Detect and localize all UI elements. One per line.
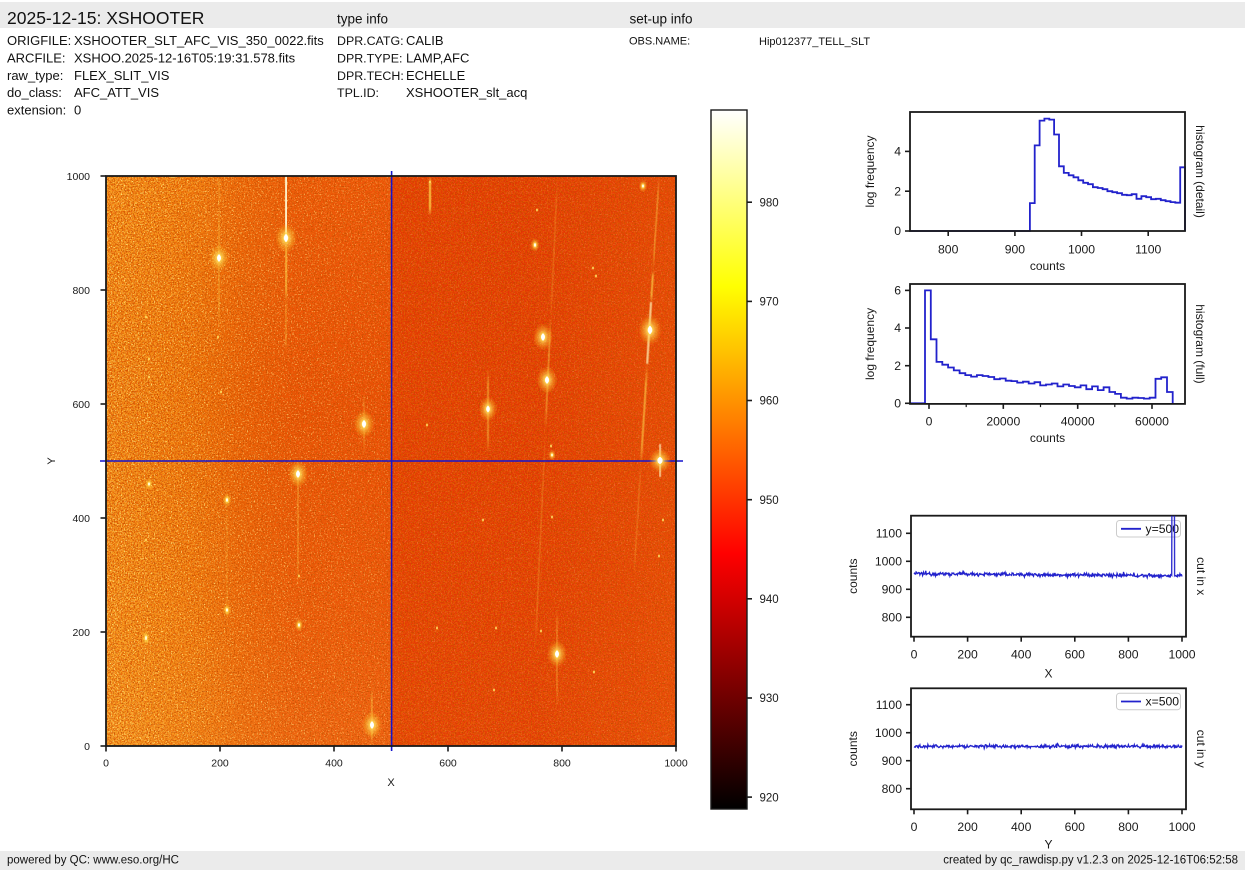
- svg-text:200: 200: [957, 648, 978, 662]
- svg-text:powered by QC: www.eso.org/HC: powered by QC: www.eso.org/HC: [7, 855, 179, 867]
- svg-text:FLEX_SLIT_VIS: FLEX_SLIT_VIS: [74, 68, 170, 83]
- svg-text:2025-12-15: XSHOOTER: 2025-12-15: XSHOOTER: [7, 8, 204, 28]
- svg-text:1100: 1100: [876, 527, 902, 541]
- svg-text:2: 2: [894, 184, 901, 198]
- svg-text:800: 800: [1118, 820, 1139, 834]
- svg-text:200: 200: [211, 758, 229, 770]
- svg-text:940: 940: [760, 594, 779, 606]
- svg-text:1100: 1100: [1135, 243, 1161, 257]
- svg-text:Hip012377_TELL_SLT: Hip012377_TELL_SLT: [759, 36, 870, 48]
- svg-text:970: 970: [760, 297, 779, 309]
- svg-text:X: X: [1044, 667, 1052, 681]
- svg-text:0: 0: [894, 397, 901, 411]
- svg-text:type info: type info: [337, 12, 388, 27]
- svg-text:0: 0: [894, 224, 901, 238]
- svg-text:200: 200: [72, 627, 90, 639]
- svg-text:0: 0: [926, 415, 933, 429]
- svg-text:histogram (detail): histogram (detail): [1193, 125, 1207, 218]
- svg-text:900: 900: [882, 583, 903, 597]
- svg-text:TPL.ID:: TPL.ID:: [337, 86, 379, 100]
- svg-text:400: 400: [1011, 648, 1032, 662]
- svg-text:counts: counts: [846, 731, 860, 766]
- svg-text:cut in y: cut in y: [1194, 730, 1208, 768]
- svg-text:0: 0: [911, 820, 918, 834]
- svg-text:Y: Y: [46, 457, 58, 465]
- svg-text:cut in x: cut in x: [1194, 557, 1208, 595]
- svg-text:800: 800: [882, 611, 903, 625]
- svg-text:6: 6: [894, 284, 901, 298]
- svg-text:930: 930: [760, 693, 779, 705]
- svg-text:x=500: x=500: [1146, 695, 1180, 709]
- svg-text:2: 2: [894, 359, 901, 373]
- svg-text:60000: 60000: [1135, 415, 1169, 429]
- svg-text:CALIB: CALIB: [406, 33, 444, 48]
- svg-text:980: 980: [760, 197, 779, 209]
- svg-text:400: 400: [72, 513, 90, 525]
- svg-text:800: 800: [882, 782, 903, 796]
- svg-text:1000: 1000: [875, 726, 902, 740]
- svg-text:600: 600: [1065, 820, 1086, 834]
- svg-text:XSHOO.2025-12-16T05:19:31.578.: XSHOO.2025-12-16T05:19:31.578.fits: [74, 50, 296, 65]
- svg-text:400: 400: [1011, 820, 1032, 834]
- svg-text:1000: 1000: [875, 555, 902, 569]
- svg-text:XSHOOTER_slt_acq: XSHOOTER_slt_acq: [406, 85, 527, 100]
- svg-text:DPR.TECH:: DPR.TECH:: [337, 69, 404, 83]
- svg-text:LAMP,AFC: LAMP,AFC: [406, 50, 469, 65]
- svg-text:1000: 1000: [1168, 820, 1195, 834]
- svg-text:400: 400: [325, 758, 343, 770]
- svg-text:800: 800: [553, 758, 571, 770]
- svg-text:4: 4: [894, 145, 901, 159]
- svg-text:ORIGFILE:: ORIGFILE:: [7, 33, 71, 48]
- svg-text:extension:: extension:: [7, 103, 66, 118]
- svg-text:1100: 1100: [876, 698, 902, 712]
- svg-text:0: 0: [74, 103, 81, 118]
- svg-text:XSHOOTER_SLT_AFC_VIS_350_0022.: XSHOOTER_SLT_AFC_VIS_350_0022.fits: [74, 33, 324, 48]
- svg-text:1000: 1000: [664, 758, 688, 770]
- svg-text:1000: 1000: [1068, 243, 1095, 257]
- svg-text:1000: 1000: [67, 171, 91, 183]
- svg-text:800: 800: [938, 243, 959, 257]
- svg-text:log frequency: log frequency: [863, 135, 877, 207]
- svg-text:800: 800: [1118, 648, 1139, 662]
- svg-text:600: 600: [72, 399, 90, 411]
- svg-text:counts: counts: [1030, 431, 1065, 445]
- svg-text:do_class:: do_class:: [7, 85, 62, 100]
- svg-text:log frequency: log frequency: [863, 308, 877, 380]
- svg-text:ECHELLE: ECHELLE: [406, 68, 466, 83]
- svg-text:600: 600: [1065, 648, 1086, 662]
- svg-text:X: X: [387, 777, 395, 789]
- svg-text:800: 800: [72, 285, 90, 297]
- svg-text:0: 0: [103, 758, 109, 770]
- svg-text:OBS.NAME:: OBS.NAME:: [629, 36, 690, 48]
- svg-text:0: 0: [84, 741, 90, 753]
- svg-text:960: 960: [760, 396, 779, 408]
- svg-text:AFC_ATT_VIS: AFC_ATT_VIS: [74, 85, 159, 100]
- svg-text:4: 4: [894, 321, 901, 335]
- svg-text:0: 0: [911, 648, 918, 662]
- svg-text:Y: Y: [1044, 838, 1052, 852]
- svg-text:40000: 40000: [1061, 415, 1095, 429]
- svg-text:950: 950: [760, 495, 779, 507]
- svg-text:900: 900: [1005, 243, 1026, 257]
- svg-text:set-up info: set-up info: [630, 12, 693, 27]
- svg-text:histogram (full): histogram (full): [1193, 304, 1207, 383]
- svg-text:20000: 20000: [986, 415, 1020, 429]
- svg-text:200: 200: [957, 820, 978, 834]
- svg-text:created by qc_rawdisp.py v1.2.: created by qc_rawdisp.py v1.2.3 on 2025-…: [943, 855, 1238, 867]
- svg-text:900: 900: [882, 754, 903, 768]
- svg-text:counts: counts: [1030, 259, 1065, 273]
- svg-text:raw_type:: raw_type:: [7, 68, 63, 83]
- svg-text:ARCFILE:: ARCFILE:: [7, 50, 66, 65]
- svg-text:DPR.CATG:: DPR.CATG:: [337, 34, 404, 48]
- svg-text:counts: counts: [846, 559, 860, 594]
- svg-text:920: 920: [760, 792, 779, 804]
- svg-text:600: 600: [439, 758, 457, 770]
- svg-text:1000: 1000: [1168, 648, 1195, 662]
- svg-text:DPR.TYPE:: DPR.TYPE:: [337, 51, 402, 65]
